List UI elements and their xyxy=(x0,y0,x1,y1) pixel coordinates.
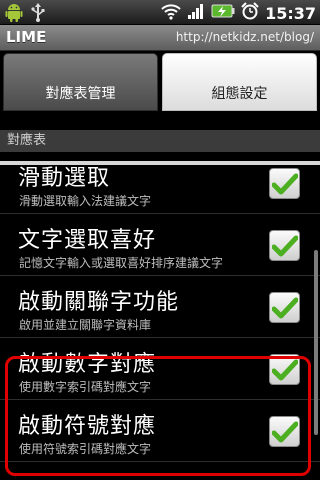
app-title: LIME xyxy=(6,28,47,46)
tab-configuration[interactable]: 組態設定 xyxy=(162,53,317,111)
checkmark-icon xyxy=(271,297,298,318)
pref-summary: 啟用並建立關聯字資料庫 xyxy=(19,318,152,332)
title-bar: LIME http://netkidz.net/blog/ xyxy=(0,25,320,51)
tab-configuration-label: 組態設定 xyxy=(211,86,268,102)
tab-mapping-management[interactable]: 對應表管理 xyxy=(3,53,158,111)
pref-summary: 使用數字索引碼對應文字 xyxy=(19,380,152,394)
pref-checkbox[interactable] xyxy=(269,354,300,385)
pref-row-related-words[interactable]: 啟動關聯字功能 啟用並建立關聯字資料庫 xyxy=(0,276,320,338)
usb-icon xyxy=(31,2,45,26)
pref-row-number-mapping[interactable]: 啟動數字對應 使用數字索引碼對應文字 xyxy=(0,338,320,400)
checkmark-icon xyxy=(271,421,298,442)
pref-title: 滑動選取 xyxy=(18,166,111,191)
pref-summary: 滑動選取輸入法建議文字 xyxy=(19,194,152,208)
title-url: http://netkidz.net/blog/ xyxy=(175,30,314,44)
wifi-icon xyxy=(161,2,181,24)
alarm-clock-icon xyxy=(241,2,259,24)
pref-summary: 使用符號索引碼對應文字 xyxy=(19,442,152,456)
checkmark-icon xyxy=(271,173,298,194)
pref-checkbox[interactable] xyxy=(269,416,300,447)
pref-title: 啟動關聯字功能 xyxy=(18,290,180,315)
checkmark-icon xyxy=(271,235,298,256)
pref-checkbox[interactable] xyxy=(269,230,300,261)
status-bar: 15:37 xyxy=(0,0,320,25)
pref-row-learning[interactable]: 文字選取喜好 記憶文字輸入或選取喜好排序建議文字 xyxy=(0,214,320,276)
checkmark-icon xyxy=(271,359,298,380)
pref-title: 啟動數字對應 xyxy=(18,352,157,377)
battery-charging-icon xyxy=(211,3,235,23)
tab-mapping-management-label: 對應表管理 xyxy=(45,86,116,102)
scrollbar[interactable] xyxy=(314,250,318,435)
pref-row-symbol-mapping[interactable]: 啟動符號對應 使用符號索引碼對應文字 xyxy=(0,400,320,462)
category-header: 對應表 xyxy=(0,130,320,152)
preference-list: 滑動選取 滑動選取輸入法建議文字 文字選取喜好 記憶文字輸入或選取喜好排序建議文… xyxy=(0,152,320,462)
pref-title: 文字選取喜好 xyxy=(18,228,157,253)
pref-checkbox[interactable] xyxy=(269,292,300,323)
pref-checkbox[interactable] xyxy=(269,168,300,199)
tab-bar: 對應表管理 組態設定 xyxy=(0,51,320,165)
signal-icon xyxy=(187,2,205,24)
status-clock: 15:37 xyxy=(265,3,316,23)
pref-summary: 記憶文字輸入或選取喜好排序建議文字 xyxy=(19,256,224,270)
pref-row-swipe-select[interactable]: 滑動選取 滑動選取輸入法建議文字 xyxy=(0,152,320,214)
pref-title: 啟動符號對應 xyxy=(18,414,157,439)
android-robot-icon xyxy=(5,2,23,26)
